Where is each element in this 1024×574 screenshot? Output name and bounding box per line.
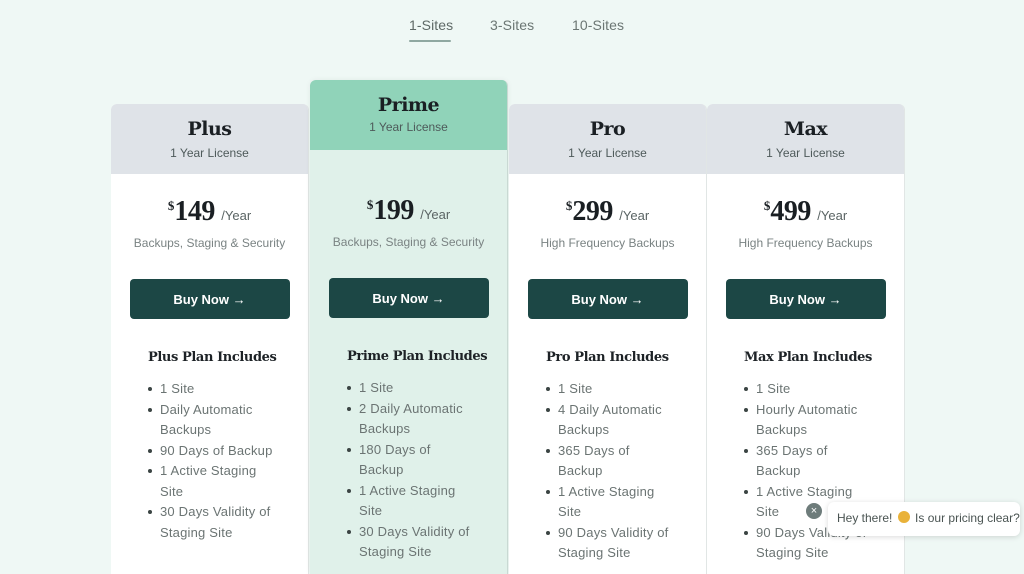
price-currency: $: [763, 198, 771, 213]
buy-now-button[interactable]: Buy Now →: [129, 279, 290, 319]
plan-card-pro: Pro 1 Year License $299 /Year High Frequ…: [509, 104, 707, 574]
feature-item: 1 Active Staging Site: [148, 461, 278, 502]
plan-name: Prime: [377, 94, 440, 116]
price-amount: 499: [770, 196, 811, 227]
plan-name: Pro: [589, 118, 626, 140]
feature-item: 2 Daily Automatic Backups: [347, 399, 477, 440]
includes-title: Prime Plan Includes: [347, 349, 488, 364]
buy-now-button[interactable]: Buy Now →: [328, 278, 489, 318]
price-currency: $: [565, 198, 573, 213]
includes-title: Pro Plan Includes: [546, 350, 669, 365]
feature-item: Daily Automatic Backups: [148, 400, 278, 441]
feature-item: 365 Days of Backup: [546, 441, 676, 482]
tab-3-sites[interactable]: 3-Sites: [490, 17, 534, 33]
price-amount: 199: [373, 195, 414, 226]
plan-card-prime: Prime 1 Year License $199 /Year Backups,…: [310, 80, 508, 574]
price-period: /Year: [221, 208, 252, 223]
price-amount: 299: [572, 196, 613, 227]
plan-header: Max 1 Year License: [707, 104, 904, 174]
chat-question: Is our pricing clear?: [915, 511, 1020, 525]
plan-description: High Frequency Backups: [540, 236, 675, 250]
price-amount: 149: [174, 196, 215, 227]
price-currency: $: [366, 197, 374, 212]
includes-title: Max Plan Includes: [744, 350, 872, 365]
plan-name: Plus: [187, 118, 232, 140]
feature-list: 1 Site 4 Daily Automatic Backups 365 Day…: [546, 379, 676, 564]
plan-description: Backups, Staging & Security: [133, 236, 286, 250]
price: $499 /Year: [707, 196, 904, 228]
feature-list: 1 Site Daily Automatic Backups 90 Days o…: [148, 379, 278, 543]
plan-license: 1 Year License: [369, 120, 448, 134]
tab-10-sites[interactable]: 10-Sites: [572, 17, 624, 33]
buy-now-button[interactable]: Buy Now →: [527, 279, 688, 319]
plan-name: Max: [783, 118, 828, 140]
feature-item: 1 Active Staging Site: [546, 482, 676, 523]
tab-1-sites[interactable]: 1-Sites: [409, 17, 453, 33]
plan-header: Pro 1 Year License: [509, 104, 706, 174]
feature-item: 4 Daily Automatic Backups: [546, 400, 676, 441]
feature-item: 1 Site: [148, 379, 278, 400]
price-period: /Year: [619, 208, 650, 223]
price-period: /Year: [817, 208, 848, 223]
site-count-tabs: 1-Sites 3-Sites 10-Sites: [0, 0, 1024, 50]
feature-item: 30 Days Validity of Staging Site: [347, 522, 477, 563]
waving-hand-icon: [897, 511, 910, 523]
plan-card-plus: Plus 1 Year License $149 /Year Backups, …: [111, 104, 309, 574]
plan-license: 1 Year License: [766, 146, 845, 160]
active-tab-indicator: [409, 40, 451, 42]
feature-item: 365 Days of Backup: [744, 441, 874, 482]
feature-item: 1 Site: [744, 379, 874, 400]
feature-item: 1 Site: [546, 379, 676, 400]
feature-item: 90 Days of Backup: [148, 441, 278, 462]
feature-item: 180 Days of Backup: [347, 440, 477, 481]
chat-bubble[interactable]: Hey there! Is our pricing clear?: [828, 502, 1020, 536]
plan-description: Backups, Staging & Security: [332, 235, 485, 249]
price: $149 /Year: [111, 196, 308, 228]
plan-description: High Frequency Backups: [738, 236, 873, 250]
chat-close-button[interactable]: ×: [806, 503, 822, 519]
feature-item: Hourly Automatic Backups: [744, 400, 874, 441]
feature-list: 1 Site 2 Daily Automatic Backups 180 Day…: [347, 378, 477, 563]
price-currency: $: [167, 198, 175, 213]
feature-item: 1 Site: [347, 378, 477, 399]
plan-header: Plus 1 Year License: [111, 104, 308, 174]
feature-item: 90 Days Validity of Staging Site: [546, 523, 676, 564]
feature-item: 1 Active Staging Site: [347, 481, 477, 522]
plan-license: 1 Year License: [170, 146, 249, 160]
plan-license: 1 Year License: [568, 146, 647, 160]
chat-greeting: Hey there!: [837, 511, 893, 525]
price-period: /Year: [420, 207, 451, 222]
includes-title: Plus Plan Includes: [148, 350, 277, 365]
buy-now-button[interactable]: Buy Now →: [725, 279, 886, 319]
plan-header: Prime 1 Year License: [310, 80, 507, 150]
feature-item: 30 Days Validity of Staging Site: [148, 502, 278, 543]
price: $299 /Year: [509, 196, 706, 228]
price: $199 /Year: [310, 195, 507, 227]
